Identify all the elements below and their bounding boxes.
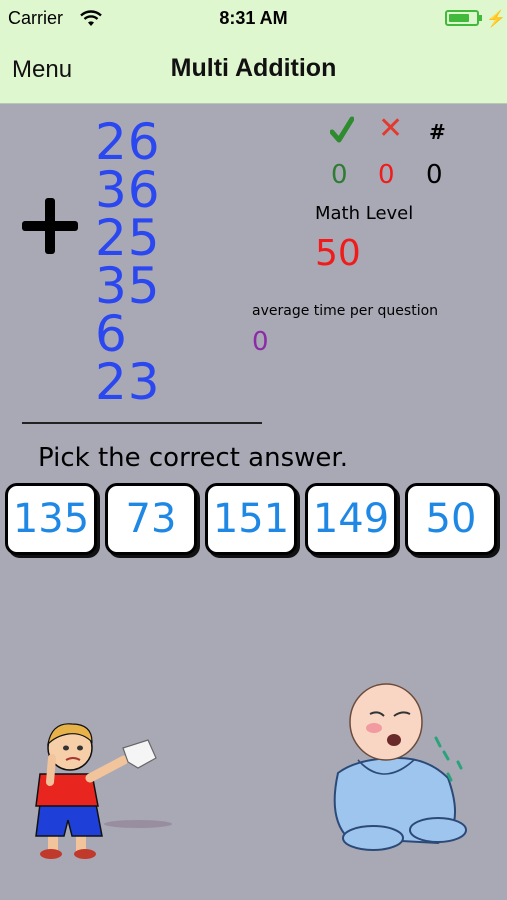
math-level-value: 50 (315, 233, 361, 274)
addend: 23 (95, 353, 161, 411)
addend: 36 (95, 161, 161, 219)
math-level-label: Math Level (315, 203, 414, 224)
page-title: Multi Addition (170, 54, 337, 82)
addend-list: 26 36 25 35 6 23 (95, 113, 215, 411)
plus-sign-icon (22, 198, 78, 254)
average-time-label: average time per question (252, 303, 439, 319)
answer-button[interactable]: 135 (5, 483, 97, 555)
crying-baby-illustration (333, 683, 467, 851)
addend: 26 (95, 113, 161, 171)
total-count: 0 (426, 160, 443, 190)
correct-count: 0 (331, 160, 348, 190)
navigation-bar: Menu Multi Addition (0, 38, 507, 104)
crying-boy-illustration (35, 723, 172, 859)
status-bar: Carrier 8:31 AM ⚡ (0, 0, 507, 38)
answer-button[interactable]: 149 (305, 483, 397, 555)
addend: 35 (95, 257, 161, 315)
checkmark-icon (330, 116, 354, 143)
wrong-count: 0 (378, 160, 395, 190)
answer-button[interactable]: 73 (105, 483, 197, 555)
clock: 8:31 AM (219, 8, 288, 28)
bolt-icon: ⚡ (486, 11, 506, 28)
answer-button[interactable]: 151 (205, 483, 297, 555)
average-time-value: 0 (252, 327, 269, 357)
battery-level (449, 14, 469, 22)
answer-choices: 135 73 151 149 50 (5, 483, 502, 559)
instruction-text: Pick the correct answer. (38, 443, 348, 473)
addend: 6 (95, 305, 128, 363)
battery-cap (479, 15, 482, 21)
x-icon: ✕ (378, 111, 404, 146)
total-symbol: # (429, 120, 446, 144)
answer-button[interactable]: 50 (405, 483, 497, 555)
addend: 25 (95, 209, 161, 267)
sum-line (22, 422, 262, 424)
battery-icon (445, 10, 479, 26)
